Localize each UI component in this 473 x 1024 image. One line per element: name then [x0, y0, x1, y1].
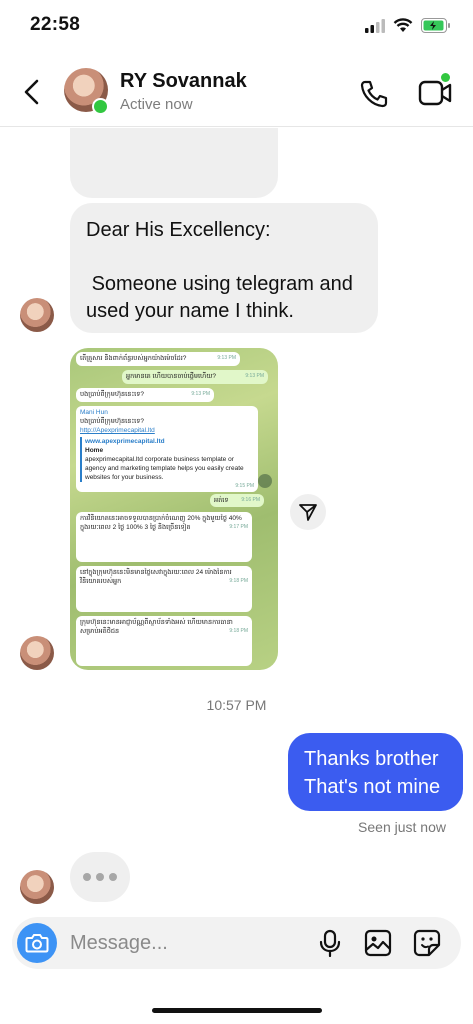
video-call-button[interactable] [418, 76, 454, 115]
home-indicator[interactable] [152, 1008, 322, 1013]
sticker-button[interactable] [413, 929, 441, 962]
tg-message: ការវិនិយោគនេះអាចទទួលបានប្រាក់ចំណេញ 20% ក… [76, 512, 252, 562]
typing-dot [109, 873, 117, 881]
video-icon [418, 80, 452, 106]
sender-avatar[interactable] [20, 870, 54, 904]
incoming-message-text: Dear His Excellency: Someone using teleg… [86, 219, 353, 322]
share-button[interactable] [290, 494, 326, 530]
shared-screenshot-image[interactable]: 9:13 PM តើគ្រួសារ និងពាក់ព័ន្ធរបស់អ្នកយ៉ា… [70, 348, 278, 670]
sticker-icon [413, 929, 441, 957]
tg-message: 9:13 PM តើគ្រួសារ និងពាក់ព័ន្ធរបស់អ្នកយ៉ា… [76, 352, 240, 366]
online-indicator [92, 98, 109, 115]
sender-avatar[interactable] [20, 636, 54, 670]
chat-header: RY Sovannak Active now [0, 58, 473, 127]
tg-link-preview: Mani Hun បងប្រាប់ពីក្រុមហ៊ុននេះទេ? http:… [76, 406, 258, 492]
typing-dot [83, 873, 91, 881]
signal-icon [365, 18, 385, 33]
tg-forward-icon [258, 474, 272, 488]
typing-indicator [70, 852, 130, 902]
gallery-button[interactable] [364, 929, 392, 962]
chevron-left-icon [24, 79, 39, 105]
video-active-dot [441, 73, 450, 82]
contact-name[interactable]: RY Sovannak [120, 70, 247, 93]
incoming-message-bubble[interactable]: Dear His Excellency: Someone using teleg… [70, 203, 378, 333]
call-button[interactable] [358, 78, 390, 115]
seen-receipt: Seen just now [358, 819, 446, 835]
tg-message: 9:13 PM អ្នកមានគេ ហើយបានចាប់ផ្តើមហើយ? [122, 370, 268, 384]
previous-message-bubble[interactable] [70, 128, 278, 198]
sender-avatar[interactable] [20, 298, 54, 332]
tg-message: ក្រុមហ៊ុននេះមានអាជ្ញាប័ណ្ណពីស្ថាប័នទាំងអ… [76, 616, 252, 666]
outgoing-message-bubble[interactable]: Thanks brother That's not mine [288, 733, 463, 811]
status-icons [365, 18, 451, 33]
back-button[interactable] [18, 72, 48, 112]
typing-dot [96, 873, 104, 881]
message-timestamp: 10:57 PM [206, 697, 267, 713]
status-time: 22:58 [30, 14, 81, 35]
tg-message: 9:13 PM បងប្រាប់ពីក្រុមហ៊ុននេះទេ? [76, 388, 214, 402]
message-composer[interactable]: Message... [12, 917, 461, 969]
battery-icon [421, 18, 450, 33]
image-icon [364, 929, 392, 957]
tg-message: នៅក្នុងក្រុមហ៊ុននេះមិនមានថ្លៃសេវាក្នុងរយ… [76, 566, 252, 612]
wifi-icon [393, 18, 413, 32]
phone-icon [360, 80, 388, 108]
microphone-icon [319, 929, 341, 958]
outgoing-message-text: Thanks brother That's not mine [304, 748, 441, 798]
tg-message: 9:16 PM អត់ទេ [210, 494, 264, 507]
active-status: Active now [120, 96, 193, 113]
camera-button[interactable] [17, 923, 57, 963]
camera-icon [25, 934, 49, 953]
voice-message-button[interactable] [317, 929, 343, 962]
message-input[interactable]: Message... [70, 932, 168, 955]
send-icon [299, 504, 317, 521]
